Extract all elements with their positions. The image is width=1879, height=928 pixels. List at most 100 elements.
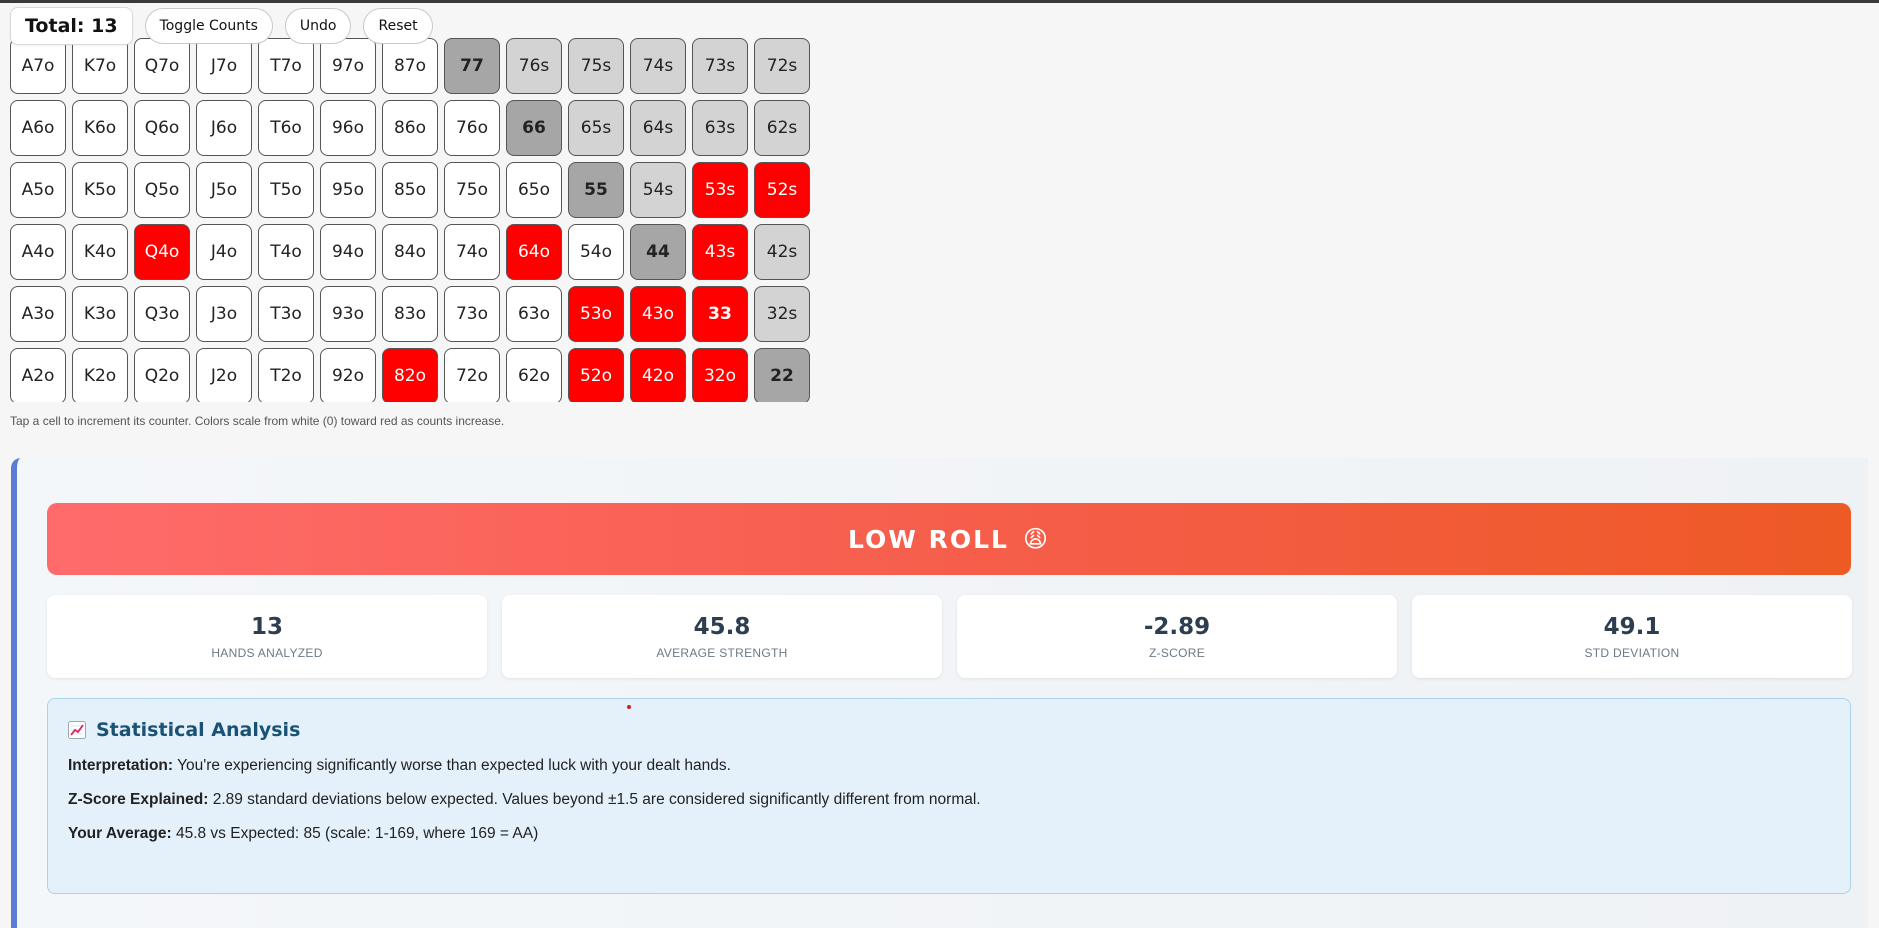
hand-cell-a3o[interactable]: A3o: [10, 286, 66, 342]
hand-cell-j3o[interactable]: J3o: [196, 286, 252, 342]
hand-cell-43s[interactable]: 43s: [692, 224, 748, 280]
hand-cell-53o[interactable]: 53o: [568, 286, 624, 342]
stat-label: AVERAGE STRENGTH: [656, 645, 788, 660]
hand-cell-86o[interactable]: 86o: [382, 100, 438, 156]
hand-cell-94o[interactable]: 94o: [320, 224, 376, 280]
stat-hands-analyzed: 13 HANDS ANALYZED: [47, 595, 487, 678]
hand-cell-76s[interactable]: 76s: [506, 38, 562, 94]
hand-cell-73s[interactable]: 73s: [692, 38, 748, 94]
hand-cell-65s[interactable]: 65s: [568, 100, 624, 156]
hand-cell-62o[interactable]: 62o: [506, 348, 562, 402]
hand-cell-t5o[interactable]: T5o: [258, 162, 314, 218]
analysis-title: Statistical Analysis: [68, 719, 1830, 741]
hand-cell-j5o[interactable]: J5o: [196, 162, 252, 218]
toggle-counts-button[interactable]: Toggle Counts: [144, 8, 273, 44]
hand-cell-22[interactable]: 22: [754, 348, 810, 402]
hand-cell-84o[interactable]: 84o: [382, 224, 438, 280]
hand-cell-55[interactable]: 55: [568, 162, 624, 218]
hand-cell-72s[interactable]: 72s: [754, 38, 810, 94]
hand-cell-32s[interactable]: 32s: [754, 286, 810, 342]
hand-cell-72o[interactable]: 72o: [444, 348, 500, 402]
hand-cell-a2o[interactable]: A2o: [10, 348, 66, 402]
hand-cell-74s[interactable]: 74s: [630, 38, 686, 94]
analysis-z-score-explained: Z-Score Explained: 2.89 standard deviati…: [68, 791, 1830, 809]
hand-cell-j7o[interactable]: J7o: [196, 38, 252, 94]
window-top-border: [0, 0, 1879, 3]
hand-cell-96o[interactable]: 96o: [320, 100, 376, 156]
hand-cell-j6o[interactable]: J6o: [196, 100, 252, 156]
analysis-line-text: 45.8 vs Expected: 85 (scale: 1-169, wher…: [171, 825, 539, 842]
hand-cell-76o[interactable]: 76o: [444, 100, 500, 156]
hand-cell-q6o[interactable]: Q6o: [134, 100, 190, 156]
hand-cell-44[interactable]: 44: [630, 224, 686, 280]
hand-cell-q3o[interactable]: Q3o: [134, 286, 190, 342]
analysis-your-average: Your Average: 45.8 vs Expected: 85 (scal…: [68, 825, 1830, 843]
hand-cell-t3o[interactable]: T3o: [258, 286, 314, 342]
stat-value: -2.89: [1143, 613, 1211, 640]
hand-cell-63s[interactable]: 63s: [692, 100, 748, 156]
hand-cell-q2o[interactable]: Q2o: [134, 348, 190, 402]
hand-cell-k7o[interactable]: K7o: [72, 38, 128, 94]
hand-cell-a5o[interactable]: A5o: [10, 162, 66, 218]
hand-cell-75s[interactable]: 75s: [568, 38, 624, 94]
hand-cell-32o[interactable]: 32o: [692, 348, 748, 402]
hand-cell-77[interactable]: 77: [444, 38, 500, 94]
hand-cell-a6o[interactable]: A6o: [10, 100, 66, 156]
toolbar: Total: 13 Toggle Counts Undo Reset: [10, 7, 433, 45]
hand-cell-64o[interactable]: 64o: [506, 224, 562, 280]
hand-cell-k5o[interactable]: K5o: [72, 162, 128, 218]
hand-cell-97o[interactable]: 97o: [320, 38, 376, 94]
hand-cell-43o[interactable]: 43o: [630, 286, 686, 342]
hand-cell-t6o[interactable]: T6o: [258, 100, 314, 156]
hand-cell-74o[interactable]: 74o: [444, 224, 500, 280]
hand-cell-a7o[interactable]: A7o: [10, 38, 66, 94]
hand-cell-85o[interactable]: 85o: [382, 162, 438, 218]
hand-cell-82o[interactable]: 82o: [382, 348, 438, 402]
hand-cell-93o[interactable]: 93o: [320, 286, 376, 342]
stat-value: 49.1: [1603, 613, 1661, 640]
hand-cell-66[interactable]: 66: [506, 100, 562, 156]
weary-face-icon: 😩: [1022, 525, 1050, 553]
stat-label: Z-SCORE: [1148, 645, 1206, 660]
hand-cell-q7o[interactable]: Q7o: [134, 38, 190, 94]
hand-cell-j2o[interactable]: J2o: [196, 348, 252, 402]
hand-cell-54s[interactable]: 54s: [630, 162, 686, 218]
undo-button[interactable]: Undo: [284, 8, 352, 44]
statistical-analysis-box: Statistical Analysis Interpretation: You…: [47, 698, 1851, 894]
hand-grid-viewport[interactable]: A7o K7o Q7o J7o T7o 97o 87o 77 76s 75s 74s 73s 72s A6…: [10, 38, 812, 402]
hand-cell-54o[interactable]: 54o: [568, 224, 624, 280]
hand-cell-k2o[interactable]: K2o: [72, 348, 128, 402]
hand-cell-33[interactable]: 33: [692, 286, 748, 342]
analysis-title-text: Statistical Analysis: [96, 719, 301, 741]
reset-button[interactable]: Reset: [363, 8, 433, 44]
hand-cell-t4o[interactable]: T4o: [258, 224, 314, 280]
hand-cell-q4o[interactable]: Q4o: [134, 224, 190, 280]
hand-cell-92o[interactable]: 92o: [320, 348, 376, 402]
hand-cell-63o[interactable]: 63o: [506, 286, 562, 342]
hand-cell-73o[interactable]: 73o: [444, 286, 500, 342]
hand-cell-t7o[interactable]: T7o: [258, 38, 314, 94]
hand-cell-42s[interactable]: 42s: [754, 224, 810, 280]
hand-cell-62s[interactable]: 62s: [754, 100, 810, 156]
hand-cell-j4o[interactable]: J4o: [196, 224, 252, 280]
stat-value: 13: [250, 613, 283, 640]
hand-cell-87o[interactable]: 87o: [382, 38, 438, 94]
hand-cell-95o[interactable]: 95o: [320, 162, 376, 218]
hand-cell-65o[interactable]: 65o: [506, 162, 562, 218]
hand-cell-53s[interactable]: 53s: [692, 162, 748, 218]
hand-cell-k3o[interactable]: K3o: [72, 286, 128, 342]
hand-cell-a4o[interactable]: A4o: [10, 224, 66, 280]
hand-cell-75o[interactable]: 75o: [444, 162, 500, 218]
hand-cell-83o[interactable]: 83o: [382, 286, 438, 342]
stats-row: 13 HANDS ANALYZED 45.8 AVERAGE STRENGTH …: [47, 595, 1852, 678]
hand-cell-52s[interactable]: 52s: [754, 162, 810, 218]
hand-cell-t2o[interactable]: T2o: [258, 348, 314, 402]
hand-cell-42o[interactable]: 42o: [630, 348, 686, 402]
hand-cell-q5o[interactable]: Q5o: [134, 162, 190, 218]
hand-cell-k6o[interactable]: K6o: [72, 100, 128, 156]
hand-cell-k4o[interactable]: K4o: [72, 224, 128, 280]
hand-cell-64s[interactable]: 64s: [630, 100, 686, 156]
analysis-line-text: You're experiencing significantly worse …: [173, 757, 731, 774]
hand-cell-52o[interactable]: 52o: [568, 348, 624, 402]
stat-label: HANDS ANALYZED: [211, 645, 323, 660]
